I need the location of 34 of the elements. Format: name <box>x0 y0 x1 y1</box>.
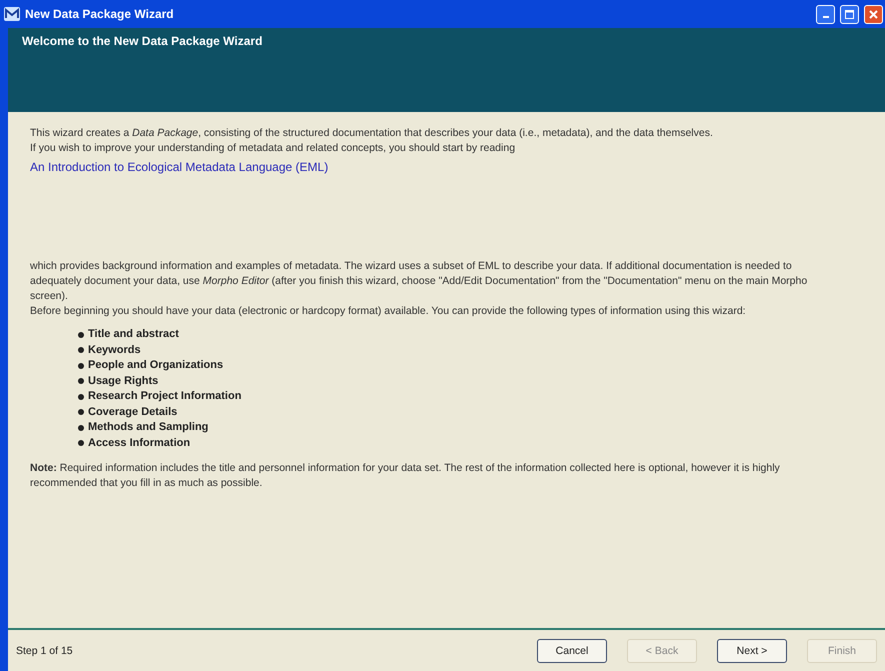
list-item: Access Information <box>88 436 190 450</box>
body-text: Before beginning you should have your data (electronic or hardcopy format) available. You can provide the following types of information using this wizard: <box>30 304 747 319</box>
eml-link[interactable]: An Introduction to Ecological Metadata Language (EML) <box>30 160 845 175</box>
bullet-icon <box>78 332 84 338</box>
close-icon <box>869 10 878 18</box>
bullet-icon <box>78 394 84 400</box>
list-item: Research Project Information <box>88 389 242 404</box>
bullet-icon <box>78 424 84 431</box>
bullet-icon <box>78 378 84 384</box>
list-item: Methods and Sampling <box>88 420 208 435</box>
list-item: Usage Rights <box>88 374 158 388</box>
list-item: Coverage Details <box>88 404 178 420</box>
wizard-button[interactable]: Next > <box>717 638 787 662</box>
step-status: Step 1 of 15 <box>16 644 74 656</box>
list-item: Title and abstract <box>88 327 179 342</box>
bullet-icon <box>78 347 84 354</box>
bullet-icon <box>78 440 84 446</box>
intro-text: If you wish to improve your understanding of metadata and related concepts, you should start by reading <box>30 141 516 156</box>
minimize-icon <box>822 16 828 18</box>
wizard-button[interactable]: Cancel <box>537 638 607 662</box>
header-title: Welcome to the New Data Package Wizard <box>22 34 262 48</box>
window-title: New Data Package Wizard <box>25 7 175 21</box>
list-item: Keywords <box>88 342 141 358</box>
close-button[interactable] <box>864 4 883 24</box>
body-text: which provides background information and examples of metadata. The wizard uses a subset of EML to describe your data. If additional documentation is needed to adequately document your data, use Morpho Editor (after you finish this wizard, choose "Add/Edit Documentation" from the "Documentation" menu on the main Morpho screen). <box>30 259 808 304</box>
intro-text: This wizard creates a Data Package, consisting of the structured documentation that describes your data (i.e., metadata), and the data themselves. <box>30 126 714 141</box>
maximize-icon <box>845 10 854 18</box>
note-text: Note: Required information includes the title and personnel information for your data set. The rest of the information collected here is optional, however it is highly recommended that you fill in as much as possible. <box>30 461 781 491</box>
maximize-button[interactable] <box>840 4 859 24</box>
bullet-icon <box>78 362 84 369</box>
minimize-button[interactable] <box>816 4 835 24</box>
app-icon <box>4 7 20 21</box>
list-item: People and Organizations <box>88 358 224 373</box>
bullet-icon <box>78 409 84 416</box>
